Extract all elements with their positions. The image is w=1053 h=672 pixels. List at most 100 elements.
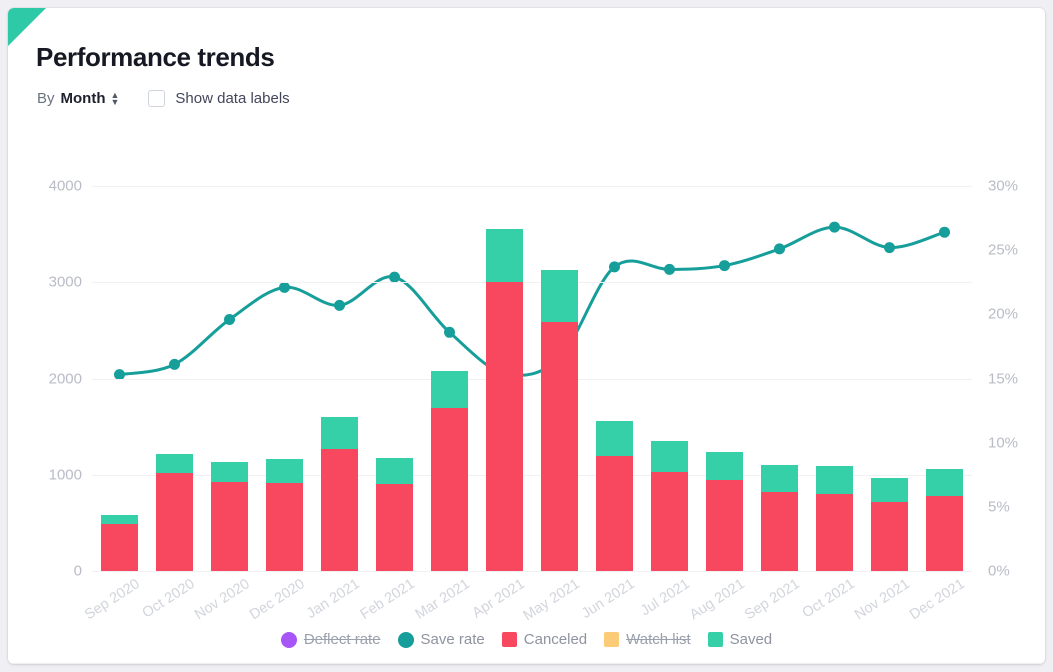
- bar-column[interactable]: [651, 441, 688, 571]
- bar-segment: [651, 441, 688, 472]
- line-data-point[interactable]: [939, 226, 950, 238]
- left-axis-tick-label: 1000: [48, 466, 82, 484]
- bar-segment: [926, 495, 963, 571]
- legend-item[interactable]: Saved: [707, 631, 773, 648]
- performance-trends-card: Performance trends By Month ▲ ▼ Show data…: [8, 8, 1045, 664]
- line-data-point[interactable]: [774, 243, 785, 255]
- bar-column[interactable]: [486, 228, 523, 571]
- bar-segment: [156, 453, 193, 473]
- x-axis-tick-label: Jan 2021: [303, 576, 363, 622]
- bar-segment: [211, 461, 248, 483]
- line-data-point[interactable]: [719, 260, 730, 272]
- legend-divider: [8, 663, 1045, 664]
- bar-segment: [596, 420, 633, 456]
- x-axis-tick-label: Sep 2020: [81, 576, 143, 624]
- x-axis-tick-label: Nov 2021: [851, 576, 913, 624]
- right-axis-tick-label: 0%: [988, 562, 1010, 580]
- granularity-dropdown[interactable]: Month ▲ ▼: [61, 90, 120, 107]
- legend-item-label: Saved: [729, 631, 773, 648]
- x-axis-tick-label: Oct 2020: [139, 576, 198, 622]
- bar-column[interactable]: [156, 453, 193, 571]
- bar-column[interactable]: [706, 451, 743, 571]
- right-axis-tick-label: 5%: [988, 498, 1010, 516]
- bar-segment: [541, 269, 578, 322]
- line-data-point[interactable]: [334, 299, 345, 311]
- bar-segment: [431, 370, 468, 409]
- bar-column[interactable]: [816, 466, 853, 571]
- bar-column[interactable]: [266, 459, 303, 571]
- right-y-axis: 0% 5% 10% 15% 20% 25% 30%: [988, 178, 1045, 580]
- bar-segment: [486, 282, 523, 571]
- bar-segment: [871, 501, 908, 571]
- right-axis-tick-label: 10%: [988, 434, 1019, 452]
- bar-segment: [761, 465, 798, 493]
- chevron-updown-icon: ▲ ▼: [110, 89, 120, 107]
- bar-segment: [321, 417, 358, 449]
- bar-column[interactable]: [321, 417, 358, 571]
- legend-item[interactable]: Save rate: [397, 631, 485, 648]
- bar-segment: [486, 228, 523, 283]
- granularity-prefix-label: By: [37, 90, 55, 107]
- gridline: [92, 186, 972, 187]
- line-data-point[interactable]: [609, 261, 620, 273]
- x-axis-tick-label: May 2021: [520, 576, 583, 625]
- bar-column[interactable]: [926, 469, 963, 571]
- plot-area: [92, 186, 972, 572]
- show-data-labels-toggle[interactable]: Show data labels: [148, 90, 290, 107]
- bar-column[interactable]: [541, 269, 578, 571]
- legend-item-label: Canceled: [523, 631, 588, 648]
- bar-segment: [816, 466, 853, 494]
- bar-column[interactable]: [101, 515, 138, 571]
- left-axis-tick-label: 0: [73, 562, 82, 580]
- right-axis-tick-label: 25%: [988, 241, 1019, 259]
- x-axis-tick-label: Dec 2020: [246, 576, 308, 624]
- bar-column[interactable]: [761, 465, 798, 571]
- line-data-point[interactable]: [444, 326, 455, 338]
- left-axis-tick-label: 3000: [48, 273, 82, 291]
- show-data-labels-checkbox[interactable]: [148, 90, 166, 107]
- bar-segment: [266, 483, 303, 571]
- bar-segment: [816, 494, 853, 571]
- bar-column[interactable]: [211, 461, 248, 571]
- x-axis-tick-label: Aug 2021: [686, 576, 748, 624]
- x-axis-tick-label: Mar 2021: [412, 576, 473, 623]
- bar-column[interactable]: [376, 458, 413, 571]
- bar-segment: [541, 321, 578, 571]
- x-axis-tick-label: Feb 2021: [357, 576, 418, 623]
- right-axis-tick-label: 20%: [988, 305, 1019, 323]
- line-data-point[interactable]: [829, 221, 840, 233]
- chart-controls: By Month ▲ ▼ Show data labels: [37, 90, 290, 107]
- legend-circle-icon: [280, 631, 297, 648]
- x-axis-tick-label: Jun 2021: [578, 576, 638, 622]
- performance-trends-chart: 0 1000 2000 3000 4000 0% 5% 10% 15% 20% 25% 30% Se…: [8, 158, 1045, 625]
- line-data-point[interactable]: [279, 281, 290, 293]
- legend-item[interactable]: Deflect rate: [280, 631, 381, 648]
- legend-square-icon: [604, 632, 620, 647]
- bar-segment: [706, 479, 743, 571]
- show-data-labels-label: Show data labels: [175, 90, 290, 107]
- legend-item[interactable]: Watch list: [604, 631, 691, 648]
- bar-column[interactable]: [871, 478, 908, 571]
- legend-item-label: Watch list: [626, 631, 691, 648]
- x-axis-tick-label: Dec 2021: [906, 576, 968, 624]
- gridline: [92, 571, 972, 572]
- gridline: [92, 282, 972, 284]
- line-data-point[interactable]: [224, 313, 235, 325]
- line-data-point[interactable]: [389, 271, 400, 283]
- legend-item-label: Save rate: [420, 631, 485, 648]
- right-axis-tick-label: 30%: [988, 177, 1019, 195]
- bar-segment: [871, 478, 908, 502]
- bar-segment: [376, 458, 413, 485]
- line-data-point[interactable]: [884, 242, 895, 254]
- right-axis-tick-label: 15%: [988, 370, 1019, 387]
- legend-item[interactable]: Canceled: [501, 631, 588, 648]
- x-axis-tick-label: Jul 2021: [637, 576, 693, 620]
- bar-segment: [651, 471, 688, 571]
- bar-segment: [156, 472, 193, 571]
- left-axis-tick-label: 4000: [48, 177, 82, 195]
- bar-column[interactable]: [596, 420, 633, 571]
- line-data-point[interactable]: [169, 358, 180, 370]
- line-data-point[interactable]: [664, 263, 675, 275]
- left-axis-tick-label: 2000: [48, 370, 82, 387]
- bar-column[interactable]: [431, 370, 468, 571]
